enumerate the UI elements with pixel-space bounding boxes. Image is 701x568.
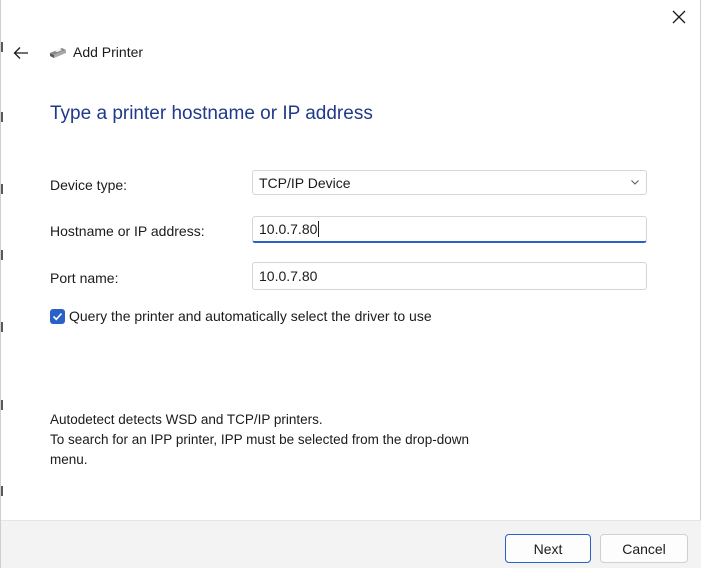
query-printer-label: Query the printer and automatically sele… — [69, 308, 432, 324]
query-printer-checkbox[interactable] — [50, 308, 65, 324]
background-edge-mark — [1, 322, 3, 332]
hostname-input[interactable]: 10.0.7.80 — [252, 216, 647, 243]
close-icon — [672, 10, 686, 24]
printer-icon — [50, 48, 66, 58]
port-name-label: Port name: — [50, 270, 119, 286]
checkmark-icon — [52, 312, 63, 320]
page-heading: Type a printer hostname or IP address — [50, 103, 373, 124]
info-line: menu. — [50, 452, 88, 467]
back-button[interactable] — [9, 41, 33, 65]
close-button[interactable] — [664, 4, 694, 30]
info-text: Autodetect detects WSD and TCP/IP printe… — [50, 410, 469, 470]
window-title-bar: Add Printer — [47, 44, 143, 60]
background-edge-mark — [1, 184, 3, 194]
hostname-value: 10.0.7.80 — [259, 221, 318, 237]
hostname-label: Hostname or IP address: — [50, 223, 205, 239]
window-title: Add Printer — [73, 44, 144, 60]
add-printer-dialog: Add Printer Type a printer hostname or I… — [0, 0, 701, 568]
info-line: To search for an IPP printer, IPP must b… — [50, 432, 469, 447]
background-edge-mark — [1, 250, 3, 260]
back-arrow-icon — [13, 47, 28, 59]
text-caret — [318, 221, 320, 237]
chevron-down-icon — [631, 180, 639, 185]
port-name-value: 10.0.7.80 — [259, 268, 318, 284]
device-type-label: Device type: — [50, 177, 128, 193]
background-edge-mark — [1, 400, 3, 410]
cancel-button[interactable]: Cancel — [600, 534, 688, 563]
dialog-footer: Next Cancel — [1, 520, 701, 568]
device-type-select[interactable]: TCP/IP Device — [252, 170, 647, 195]
next-button[interactable]: Next — [505, 534, 591, 563]
background-edge-mark — [1, 486, 3, 496]
query-printer-checkbox-row[interactable]: Query the printer and automatically sele… — [50, 308, 432, 324]
port-name-input[interactable]: 10.0.7.80 — [252, 262, 647, 290]
background-edge-mark — [1, 42, 3, 52]
device-type-value: TCP/IP Device — [259, 174, 351, 191]
info-line: Autodetect detects WSD and TCP/IP printe… — [50, 412, 323, 427]
background-edge-mark — [1, 112, 3, 122]
